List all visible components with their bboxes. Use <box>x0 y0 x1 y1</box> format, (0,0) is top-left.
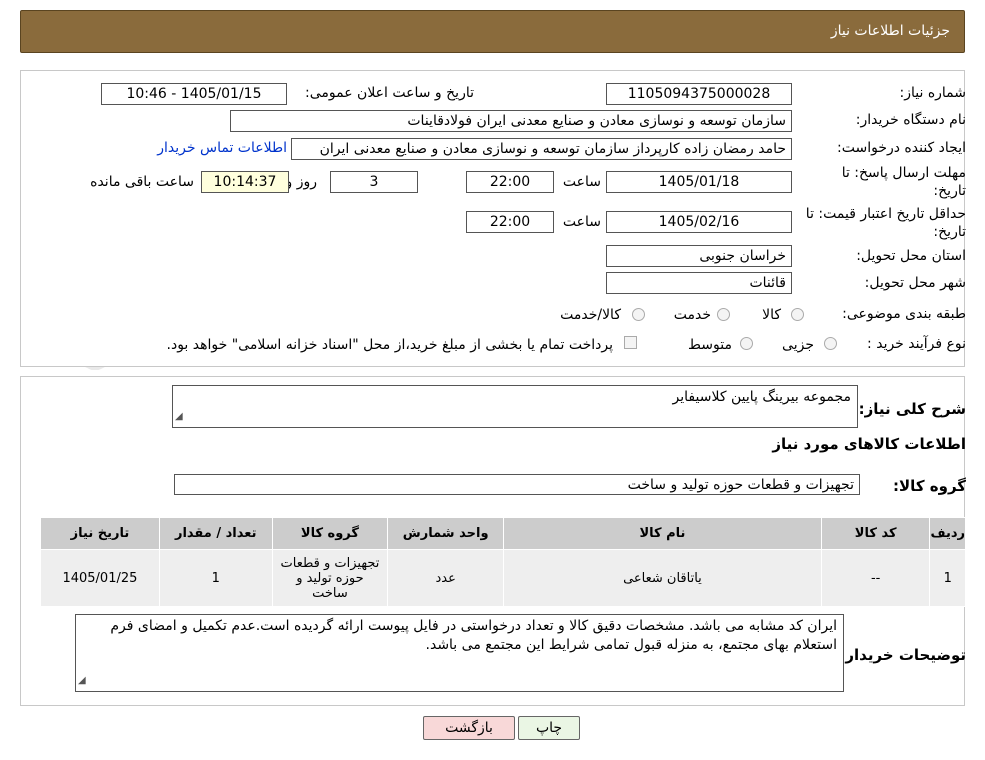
announce-label: تاریخ و ساعت اعلان عمومی: <box>305 85 474 101</box>
resize-handle-icon[interactable]: ◢ <box>78 671 86 690</box>
process-label: نوع فرآیند خرید : <box>867 336 966 352</box>
reply-time-field[interactable]: 22:00 <box>466 171 554 193</box>
col-quantity: تعداد / مقدار <box>158 517 273 550</box>
process-medium-radio[interactable] <box>740 337 753 350</box>
category-service-label: خدمت <box>673 307 711 323</box>
notes-text: ایران کد مشابه می باشد. مشخصات دقیق کالا… <box>110 618 837 653</box>
category-both-label: کالا/خدمت <box>560 307 621 323</box>
announce-datetime-field[interactable]: 1405/01/15 - 10:46 <box>101 83 287 105</box>
col-row: ردیف <box>929 517 966 550</box>
goods-table: ردیف کد کالا نام کالا واحد شمارش گروه کا… <box>40 517 966 607</box>
page-header: جزئیات اطلاعات نیاز <box>20 10 965 53</box>
cell-group: تجهیزات و قطعات حوزه تولید و ساخت <box>271 549 389 607</box>
summary-text: مجموعه بیرینگ پایین کلاسیفایر <box>672 389 851 405</box>
days-field[interactable]: 3 <box>330 171 418 193</box>
province-label: استان محل تحویل: <box>856 248 966 264</box>
col-name: نام کالا <box>503 517 822 550</box>
back-button[interactable]: بازگشت <box>423 716 515 740</box>
resize-handle-icon[interactable]: ◢ <box>175 407 183 426</box>
goods-info-title: اطلاعات کالاهای مورد نیاز <box>772 435 966 453</box>
table-header-row: ردیف کد کالا نام کالا واحد شمارش گروه کا… <box>40 517 966 550</box>
goods-group-field[interactable]: تجهیزات و قطعات حوزه تولید و ساخت <box>174 474 860 495</box>
creator-field[interactable]: حامد رمضان زاده کارپرداز سازمان توسعه و … <box>291 138 792 160</box>
print-button[interactable]: چاپ <box>518 716 580 740</box>
category-goods-label: کالا <box>762 307 781 323</box>
payment-note: پرداخت تمام یا بخشی از مبلغ خرید،از محل … <box>166 337 613 353</box>
cell-unit: عدد <box>387 549 505 607</box>
buyer-org-field[interactable]: سازمان توسعه و نوسازی معادن و صنایع معدن… <box>230 110 792 132</box>
col-group: گروه کالا <box>271 517 389 550</box>
cell-quantity: 1 <box>158 549 273 607</box>
summary-label: شرح کلی نیاز: <box>858 400 966 418</box>
buyer-contact-link[interactable]: اطلاعات تماس خریدار <box>157 140 287 156</box>
buyer-org-label: نام دستگاه خریدار: <box>855 112 966 128</box>
reply-deadline-label: مهلت ارسال پاسخ: تا <box>841 165 966 181</box>
creator-label: ایجاد کننده درخواست: <box>837 140 966 156</box>
category-both-radio[interactable] <box>632 308 645 321</box>
process-medium-label: متوسط <box>688 337 732 353</box>
table-row: 1 -- یاتاقان شعاعی عدد تجهیزات و قطعات ح… <box>40 549 966 607</box>
col-need-date: تاریخ نیاز <box>40 517 160 550</box>
cell-code: -- <box>820 549 931 607</box>
remaining-label: ساعت باقی مانده <box>90 174 194 190</box>
reply-deadline-label-2: تاریخ: <box>933 183 966 199</box>
validity-time-label: ساعت <box>562 214 601 230</box>
category-service-radio[interactable] <box>717 308 730 321</box>
notes-textarea[interactable]: ایران کد مشابه می باشد. مشخصات دقیق کالا… <box>75 614 844 692</box>
city-field[interactable]: قائنات <box>606 272 792 294</box>
city-label: شهر محل تحویل: <box>864 275 966 291</box>
col-code: کد کالا <box>820 517 931 550</box>
notes-label: توضیحات خریدار: <box>839 646 966 664</box>
reply-date-field[interactable]: 1405/01/18 <box>606 171 792 193</box>
category-goods-radio[interactable] <box>791 308 804 321</box>
price-validity-label-2: تاریخ: <box>933 224 966 240</box>
cell-need-date: 1405/01/25 <box>40 549 160 607</box>
process-minor-radio[interactable] <box>824 337 837 350</box>
category-label: طبقه بندی موضوعی: <box>842 306 966 322</box>
cell-row: 1 <box>929 549 966 607</box>
goods-group-label: گروه کالا: <box>893 477 966 495</box>
days-label: روز و <box>285 174 318 190</box>
province-field[interactable]: خراسان جنوبی <box>606 245 792 267</box>
cell-name: یاتاقان شعاعی <box>503 549 822 607</box>
summary-textarea[interactable]: مجموعه بیرینگ پایین کلاسیفایر ◢ <box>172 385 858 428</box>
treasury-checkbox[interactable] <box>624 336 637 349</box>
col-unit: واحد شمارش <box>387 517 505 550</box>
need-number-label: شماره نیاز: <box>899 85 967 101</box>
validity-date-field[interactable]: 1405/02/16 <box>606 211 792 233</box>
remaining-time-field: 10:14:37 <box>201 171 289 193</box>
validity-time-field[interactable]: 22:00 <box>466 211 554 233</box>
page-title: جزئیات اطلاعات نیاز <box>830 23 950 39</box>
process-minor-label: جزیی <box>782 337 814 353</box>
need-number-field[interactable]: 1105094375000028 <box>606 83 792 105</box>
price-validity-label: حداقل تاریخ اعتبار قیمت: تا <box>805 206 966 222</box>
reply-time-label: ساعت <box>562 174 601 190</box>
